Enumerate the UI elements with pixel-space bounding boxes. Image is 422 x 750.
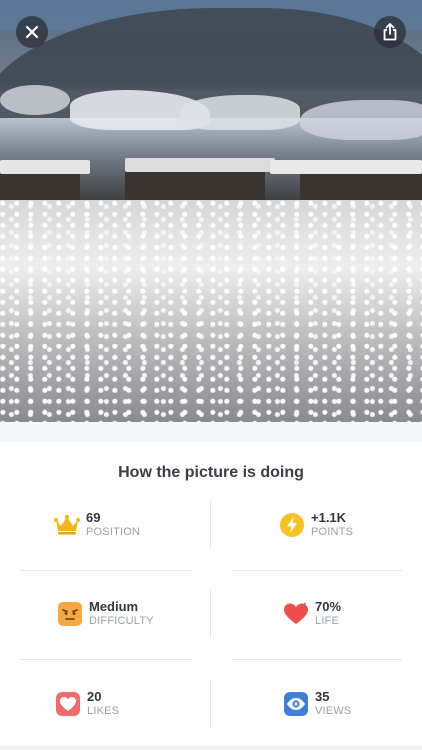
photo xyxy=(0,0,422,422)
share-button[interactable] xyxy=(374,16,406,48)
close-icon xyxy=(25,25,39,39)
close-button[interactable] xyxy=(16,16,48,48)
chalet xyxy=(300,172,422,200)
lightning-icon xyxy=(279,512,305,538)
stat-likes: 20 LIKES xyxy=(55,680,119,728)
stat-points: +1.1K POINTS xyxy=(279,501,353,549)
divider xyxy=(232,570,402,571)
life-value: 70% xyxy=(315,599,342,614)
snowfield xyxy=(0,85,70,115)
divider xyxy=(210,590,211,638)
divider xyxy=(210,680,211,728)
chalet-roof xyxy=(0,160,90,174)
stat-position: 69 POSITION xyxy=(54,501,140,549)
stat-views: 35 VIEWS xyxy=(283,680,351,728)
chalet-roof xyxy=(270,160,422,174)
like-heart-icon xyxy=(55,691,81,717)
difficulty-label: DIFFICULTY xyxy=(89,615,154,627)
divider xyxy=(210,501,211,549)
views-value: 35 xyxy=(315,689,330,704)
divider xyxy=(232,659,402,660)
stats-title: How the picture is doing xyxy=(118,464,304,481)
likes-label: LIKES xyxy=(87,705,120,717)
difficulty-value: Medium xyxy=(89,599,139,614)
stat-difficulty: Medium DIFFICULTY xyxy=(57,590,154,638)
share-icon xyxy=(383,23,397,41)
bottom-edge xyxy=(0,746,422,750)
divider xyxy=(20,659,192,660)
eye-icon xyxy=(283,691,309,717)
panel-top-band xyxy=(0,422,422,442)
points-value: +1.1K xyxy=(311,510,347,525)
crown-icon xyxy=(54,512,80,538)
snowfield xyxy=(300,100,422,140)
divider xyxy=(20,570,192,571)
chalet-roof xyxy=(125,158,275,172)
stat-life: 70% LIFE xyxy=(283,590,341,638)
position-value: 69 xyxy=(86,510,101,525)
points-label: POINTS xyxy=(311,526,354,538)
likes-value: 20 xyxy=(87,689,102,704)
difficulty-face-icon xyxy=(57,601,83,627)
stats-panel: How the picture is doing 69 POSITION +1.… xyxy=(0,422,422,750)
heart-life-icon xyxy=(283,601,309,627)
views-label: VIEWS xyxy=(315,705,352,717)
snow-crystals xyxy=(0,200,422,422)
chalet xyxy=(125,170,265,200)
life-label: LIFE xyxy=(315,615,340,627)
snowfield xyxy=(180,95,300,130)
position-label: POSITION xyxy=(86,526,141,538)
